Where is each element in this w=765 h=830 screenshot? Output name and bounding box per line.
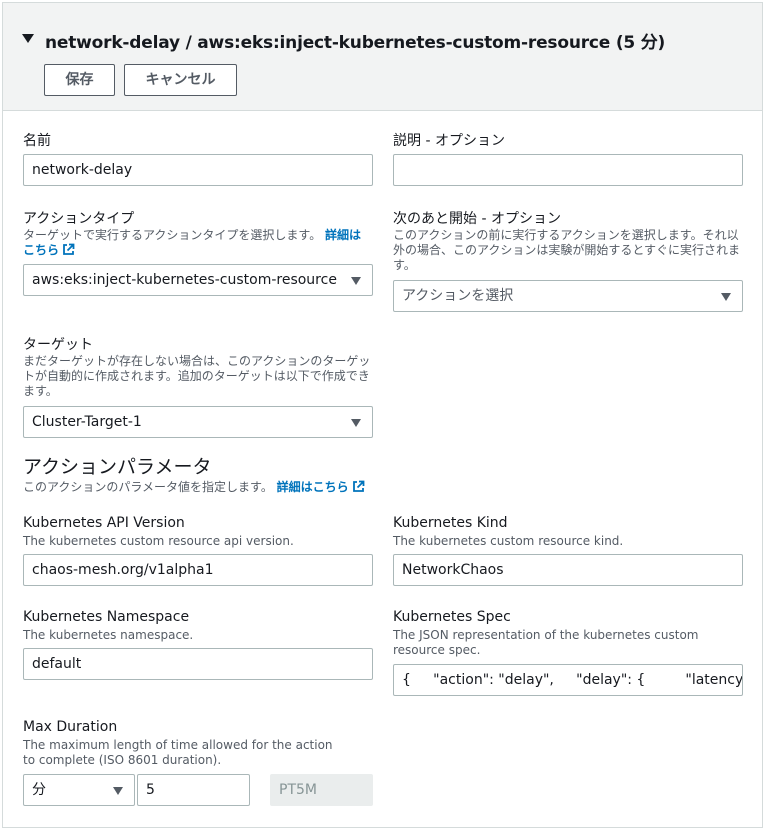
api-version-input[interactable]: chaos-mesh.org/v1alpha1 [23,554,373,586]
api-version-description: The kubernetes custom resource api versi… [23,534,294,548]
action-parameters-learn-more-link[interactable]: 詳細はこちら [277,480,365,494]
action-type-label: アクションタイプ [23,211,135,227]
external-link-icon [352,480,365,492]
start-after-select[interactable]: アクションを選択 [393,280,743,312]
external-link-icon [63,243,75,255]
max-duration-description: The maximum length of time allowed for t… [23,738,333,767]
action-type-select[interactable]: aws:eks:inject-kubernetes-custom-resourc… [23,264,373,296]
start-after-description: このアクションの前に実行するアクションを選択します。それ以外の場合、このアクショ… [393,228,741,272]
action-parameters-description: このアクションのパラメータ値を指定します。 詳細はこちら [23,480,383,495]
dropdown-caret-icon [113,787,123,795]
namespace-label: Kubernetes Namespace [23,609,190,625]
cancel-button[interactable]: キャンセル [124,64,237,96]
collapse-caret-icon[interactable] [22,34,34,43]
start-after-label: 次のあと開始 - オプション [393,211,561,227]
action-parameters-heading: アクションパラメータ [23,456,212,478]
kind-input[interactable]: NetworkChaos [393,554,743,586]
target-description: まだターゲットが存在しない場合は、このアクションのターゲットが自動的に作成されま… [23,354,371,398]
name-input[interactable]: network-delay [23,154,373,186]
action-title: network-delay / aws:eks:inject-kubernete… [45,33,666,53]
save-button[interactable]: 保存 [44,64,115,96]
duration-unit-select[interactable]: 分 [23,774,135,806]
kind-label: Kubernetes Kind [393,515,508,531]
name-label: 名前 [23,133,51,149]
duration-iso-readonly: PT5M [270,774,373,806]
target-label: ターゲット [23,337,93,353]
spec-label: Kubernetes Spec [393,609,511,625]
spec-input[interactable]: { "action": "delay", "delay": { "latency… [393,664,743,696]
namespace-input[interactable]: default [23,648,373,680]
spec-description: The JSON representation of the kubernete… [393,628,699,657]
dropdown-caret-icon [351,419,361,427]
description-label: 説明 - オプション [393,133,505,149]
dropdown-caret-icon [351,277,361,285]
namespace-description: The kubernetes namespace. [23,628,194,642]
action-header: network-delay / aws:eks:inject-kubernete… [3,3,762,111]
max-duration-label: Max Duration [23,719,118,735]
api-version-label: Kubernetes API Version [23,515,185,531]
kind-description: The kubernetes custom resource kind. [393,534,624,548]
action-type-description: ターゲットで実行するアクションタイプを選択します。 詳細は こちら [23,228,362,257]
dropdown-caret-icon [721,293,731,301]
description-input[interactable] [393,154,743,186]
duration-amount-input[interactable]: 5 [137,774,250,806]
target-select[interactable]: Cluster-Target-1 [23,406,373,438]
